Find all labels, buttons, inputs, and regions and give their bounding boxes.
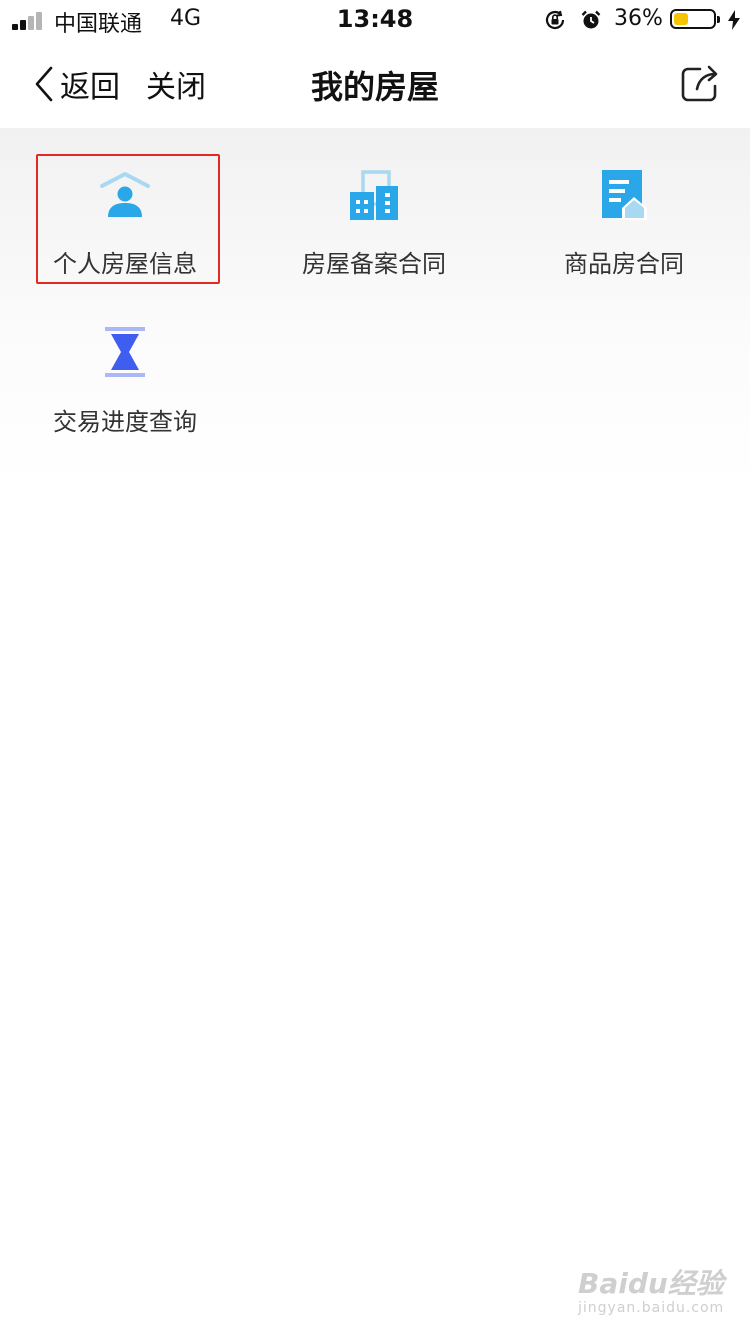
grid-item-transaction-progress[interactable]: 交易进度查询 (0, 298, 250, 448)
share-icon (681, 65, 718, 102)
battery-percentage: 36% (614, 6, 663, 31)
alarm-clock-icon (581, 10, 601, 29)
watermark-brand: Baidu经验 (578, 1267, 724, 1300)
grid-item-filing-contract[interactable]: 房屋备案合同 (249, 140, 499, 290)
grid-item-label: 商品房合同 (564, 250, 684, 278)
hourglass-icon (105, 327, 145, 377)
status-bar: 中国联通 4G 13:48 36% (0, 0, 750, 40)
content-area: 个人房屋信息 房屋备案合同 商品房合同 交易进度查询 (0, 128, 750, 1334)
grid-item-label: 房屋备案合同 (302, 250, 446, 278)
buildings-icon (350, 170, 398, 220)
battery-icon (670, 9, 720, 29)
grid-item-commercial-contract[interactable]: 商品房合同 (499, 140, 749, 290)
orientation-lock-icon (545, 10, 565, 30)
highlight-box (36, 154, 220, 284)
nav-bar: 返回 关闭 我的房屋 (0, 40, 750, 128)
watermark-url: jingyan.baidu.com (578, 1300, 725, 1316)
document-house-icon (602, 170, 647, 220)
share-button[interactable] (678, 62, 722, 106)
page-title: 我的房屋 (310, 68, 439, 106)
baidu-watermark: Baidu经验 jingyan.baidu.com (578, 1262, 728, 1322)
grid-item-label: 交易进度查询 (53, 408, 197, 436)
charging-bolt-icon (728, 10, 740, 30)
